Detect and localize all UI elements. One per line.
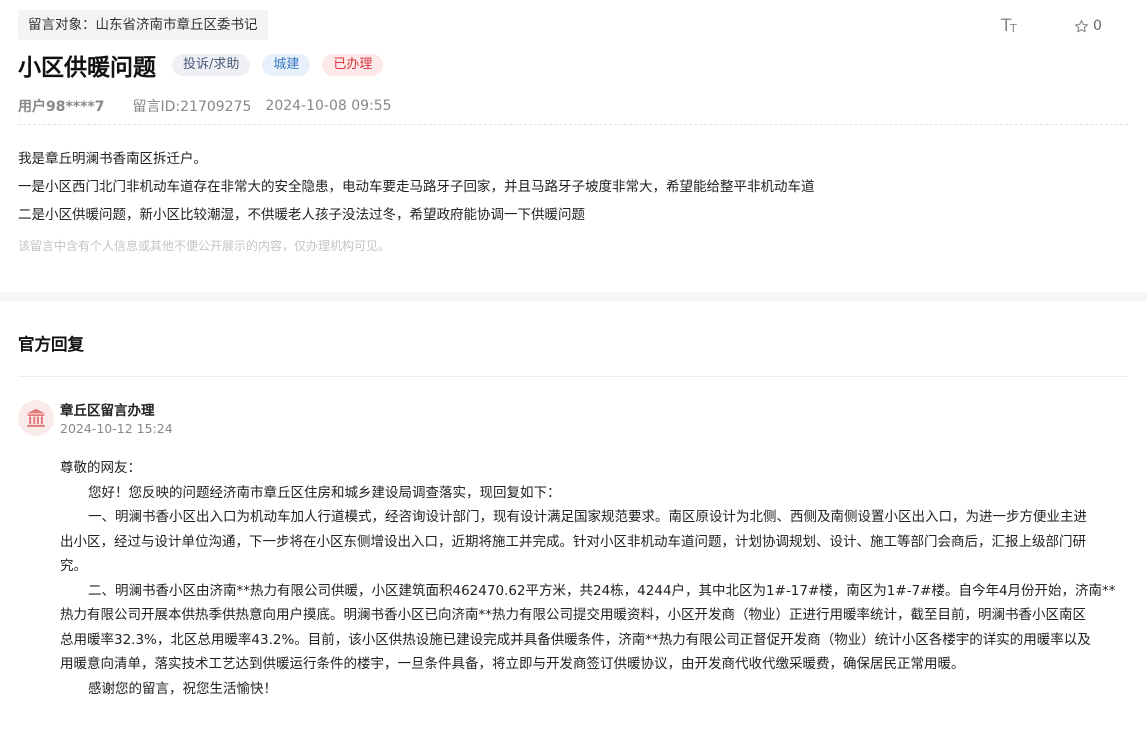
avatar (18, 400, 54, 436)
divider (18, 124, 1128, 125)
reply-line: 总用暖率32.3%，北区总用暖率43.2%。目前，该小区供热设施已建设完成并具备… (60, 631, 1091, 648)
privacy-note: 该留言中含有个人信息或其他不便公开展示的内容，仅办理机构可见。 (18, 239, 391, 253)
reply-line: 究。 (60, 558, 87, 574)
reply-line: 用暖意向清单，落实技术工艺达到供暖运行条件的楼宇，一旦条件具备，将立即与开发商签… (60, 656, 965, 672)
message-body: 我是章丘明澜书香南区拆迁户。 一是小区西门北门非机动车道存在非常大的安全隐患，电… (18, 148, 1128, 232)
reply-body: 尊敬的网友： 您好！您反映的问题经济南市章丘区住房和城乡建设局调查落实，现回复如… (60, 456, 1130, 701)
department-tag: 城建 (262, 54, 311, 76)
reply-line: 您好！您反映的问题经济南市章丘区住房和城乡建设局调查落实，现回复如下： (88, 484, 561, 501)
post-meta: 用户98****7 留言ID:21709275 2024-10-08 09:55 (18, 96, 392, 116)
category-tag: 投诉/求助 (172, 54, 251, 76)
post-datetime: 2024-10-08 09:55 (265, 98, 392, 114)
reply-line: 热力有限公司开展本供热季供热意向用户摸底。明澜书香小区已向济南**热力有限公司提… (60, 607, 1086, 623)
author-name: 用户98****7 (18, 99, 105, 115)
reply-heading: 官方回复 (18, 335, 84, 354)
page-title: 小区供暖问题 (18, 55, 156, 81)
star-outline-icon (1075, 19, 1088, 32)
reply-department: 章丘区留言办理 (60, 403, 155, 419)
message-paragraph: 一是小区西门北门非机动车道存在非常大的安全隐患，电动车要走马路牙子回家，并且马路… (18, 179, 815, 195)
reply-line: 一、明澜书香小区出入口为机动车加人行道模式，经咨询设计部门，现有设计满足国家规范… (88, 509, 1087, 525)
favorite-button[interactable]: 0 (1074, 16, 1102, 36)
reply-line: 出小区，经过与设计单位沟通，下一步将在小区东侧增设出入口，近期将施工并完成。针对… (60, 533, 1086, 550)
reply-line: 二、明澜书香小区由济南**热力有限公司供暖，小区建筑面积462470.62平方米… (88, 582, 1116, 599)
message-id: 留言ID:21709275 (132, 99, 252, 115)
government-building-icon (26, 408, 46, 427)
favorite-count: 0 (1093, 18, 1102, 34)
text-size-icon[interactable]: T T (1000, 14, 1022, 36)
divider (18, 376, 1128, 377)
reply-line: 感谢您的留言，祝您生活愉快！ (88, 680, 277, 697)
message-paragraph: 二是小区供暖问题，新小区比较潮湿，不供暖老人孩子没法过冬，希望政府能协调一下供暖… (18, 207, 585, 223)
message-paragraph: 我是章丘明澜书香南区拆迁户。 (18, 151, 207, 167)
section-separator (0, 292, 1147, 302)
reply-line: 尊敬的网友： (60, 460, 141, 476)
status-badge: 已办理 (322, 54, 384, 76)
message-detail: 留言对象：山东省济南市章丘区委书记 T T 0 小区供暖问题 投诉/求助 城建 … (0, 0, 1147, 300)
svg-text:T: T (1009, 22, 1017, 35)
reply-datetime: 2024-10-12 15:24 (60, 421, 173, 436)
title-row: 小区供暖问题 投诉/求助 城建 已办理 (18, 48, 395, 82)
message-target-label: 留言对象：山东省济南市章丘区委书记 (18, 10, 268, 40)
